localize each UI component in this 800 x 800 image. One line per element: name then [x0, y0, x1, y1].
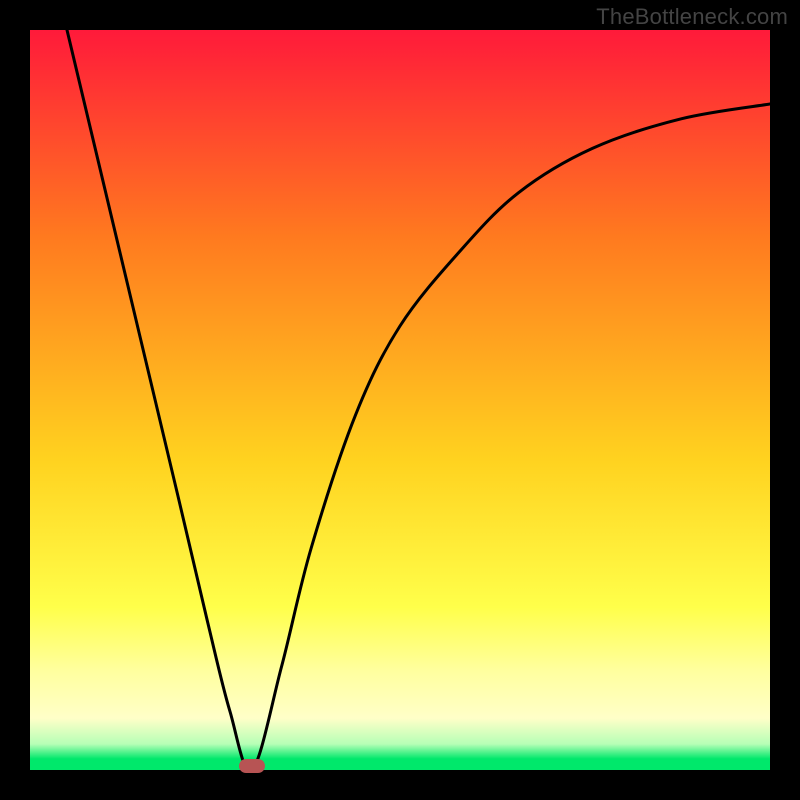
plot-area — [30, 30, 770, 770]
watermark-text: TheBottleneck.com — [596, 4, 788, 30]
min-point-marker — [239, 759, 265, 773]
chart-frame: TheBottleneck.com — [0, 0, 800, 800]
background-gradient — [30, 30, 770, 770]
